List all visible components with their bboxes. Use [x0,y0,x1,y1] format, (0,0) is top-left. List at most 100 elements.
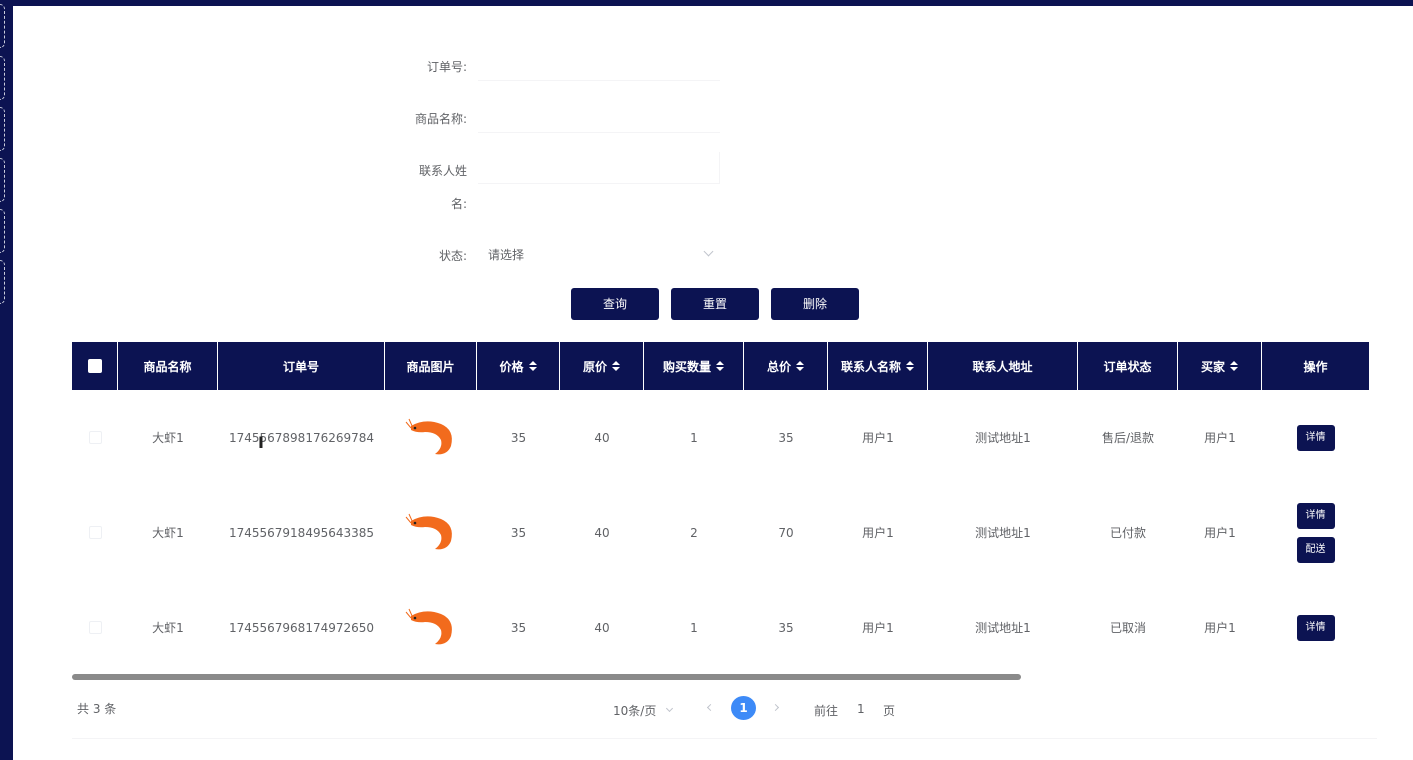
sort-icon[interactable] [612,361,620,371]
cell-status: 已取消 [1109,621,1146,635]
cell-price: 35 [510,620,527,635]
contact-name-label-line2: 名: [450,197,467,211]
col-contact-name[interactable]: 联系人名称 [828,342,928,390]
product-name-label: 商品名称: [414,112,467,126]
cell-price: 35 [510,430,527,445]
cell-product-name: 大虾1 [152,431,184,445]
product-image [385,390,477,485]
row-checkbox[interactable] [88,621,102,634]
sidebar-tab[interactable] [0,56,5,100]
top-bar [13,0,1413,6]
contact-name-label-line1: 联系人姓 [418,164,467,178]
sort-icon[interactable] [906,361,914,371]
current-page-button[interactable]: 1 [731,696,756,720]
select-all-checkbox[interactable] [87,359,102,373]
sort-icon[interactable] [528,361,537,371]
col-product-name: 商品名称 [118,342,218,390]
total-count: 共 3 条 [77,702,117,716]
col-buyer[interactable]: 买家 [1178,342,1262,390]
text-cursor-icon: I [258,433,264,452]
chevron-down-icon [703,246,714,257]
page-suffix: 页 [883,704,896,718]
prev-page-icon[interactable] [706,703,715,712]
cell-buyer: 用户1 [1204,621,1236,635]
cell-contact: 用户1 [862,621,894,635]
table-row: 大虾1 1745567898176269784 35 40 1 35 用户1 测… [72,390,1369,485]
order-no-label: 订单号: [426,60,467,74]
status-select[interactable]: 请选择 [478,238,720,270]
chevron-down-icon [665,704,674,713]
sidebar-tab[interactable] [0,209,5,253]
cell-orig-price: 40 [594,525,610,540]
cell-quantity: 1 [690,620,698,635]
cell-orig-price: 40 [594,430,610,445]
row-checkbox[interactable] [88,526,102,539]
table-row: 大虾1 1745567918495643385 35 40 2 70 用户1 测… [72,485,1369,580]
sort-icon[interactable] [716,361,724,371]
cell-contact: 用户1 [862,526,894,540]
sidebar [0,0,13,760]
table-row: 大虾1 1745567968174972650 35 40 1 35 用户1 测… [72,580,1369,675]
order-no-input[interactable] [478,49,720,81]
cell-product-name: 大虾1 [152,526,184,540]
status-select-value: 请选择 [488,248,525,262]
next-page-icon[interactable] [771,703,780,712]
row-checkbox[interactable] [88,431,102,444]
product-name-input[interactable] [478,101,720,133]
shrimp-icon [405,513,452,549]
cell-price: 35 [510,525,527,540]
sidebar-tab[interactable] [0,107,5,151]
cell-buyer: 用户1 [1204,431,1236,445]
cell-orig-price: 40 [594,620,610,635]
cell-status: 售后/退款 [1101,431,1155,445]
cell-address: 测试地址1 [975,621,1031,635]
cell-address: 测试地址1 [975,526,1031,540]
cell-buyer: 用户1 [1204,526,1236,540]
cell-order-no: 1745567918495643385 [228,525,375,540]
sort-icon[interactable] [796,361,804,371]
horizontal-scrollbar[interactable] [72,674,1021,680]
col-quantity[interactable]: 购买数量 [644,342,744,390]
cell-total: 35 [778,430,794,445]
detail-button[interactable]: 详情 [1296,502,1335,529]
detail-button[interactable]: 详情 [1296,424,1335,451]
col-orig-price[interactable]: 原价 [560,342,644,390]
deliver-button[interactable]: 配送 [1296,536,1335,563]
sidebar-tab[interactable] [0,260,5,304]
col-product-image: 商品图片 [385,342,477,390]
search-button[interactable]: 查询 [571,288,659,320]
divider [72,738,1377,739]
status-label: 状态: [438,249,467,263]
shrimp-icon [405,418,452,454]
cell-order-no: 1745567968174972650 [228,620,375,635]
cell-product-name: 大虾1 [152,621,184,635]
cell-actions: 详情 [1262,580,1369,675]
cell-contact: 用户1 [862,431,894,445]
col-order-no: 订单号 [218,342,385,390]
goto-page-input[interactable]: 1 [857,702,865,726]
sidebar-tab[interactable] [0,4,5,48]
col-price[interactable]: 价格 [477,342,560,390]
col-order-status: 订单状态 [1078,342,1178,390]
delete-button[interactable]: 删除 [771,288,859,320]
col-total[interactable]: 总价 [744,342,828,390]
cell-status: 已付款 [1109,526,1146,540]
reset-button[interactable]: 重置 [671,288,759,320]
contact-name-input[interactable] [478,152,720,184]
shrimp-icon [405,608,452,644]
sort-icon[interactable] [1230,361,1238,371]
cell-quantity: 2 [690,525,698,540]
page-size-value: 10条/页 [613,704,657,718]
product-image [385,485,477,580]
cell-actions: 详情 [1262,390,1369,485]
detail-button[interactable]: 详情 [1296,614,1335,641]
select-all-cell [72,342,118,390]
table-header: 商品名称 订单号 商品图片 价格 原价 购买数量 总价 联系人名称 联系人地址 … [72,342,1369,390]
cell-actions: 详情 配送 [1262,485,1369,580]
page-size-select[interactable]: 10条/页 [613,702,656,726]
cell-total: 70 [778,525,794,540]
product-image [385,580,477,675]
sidebar-tab[interactable] [0,158,5,202]
cell-order-no: 1745567898176269784 [228,430,375,445]
col-actions: 操作 [1303,359,1328,374]
